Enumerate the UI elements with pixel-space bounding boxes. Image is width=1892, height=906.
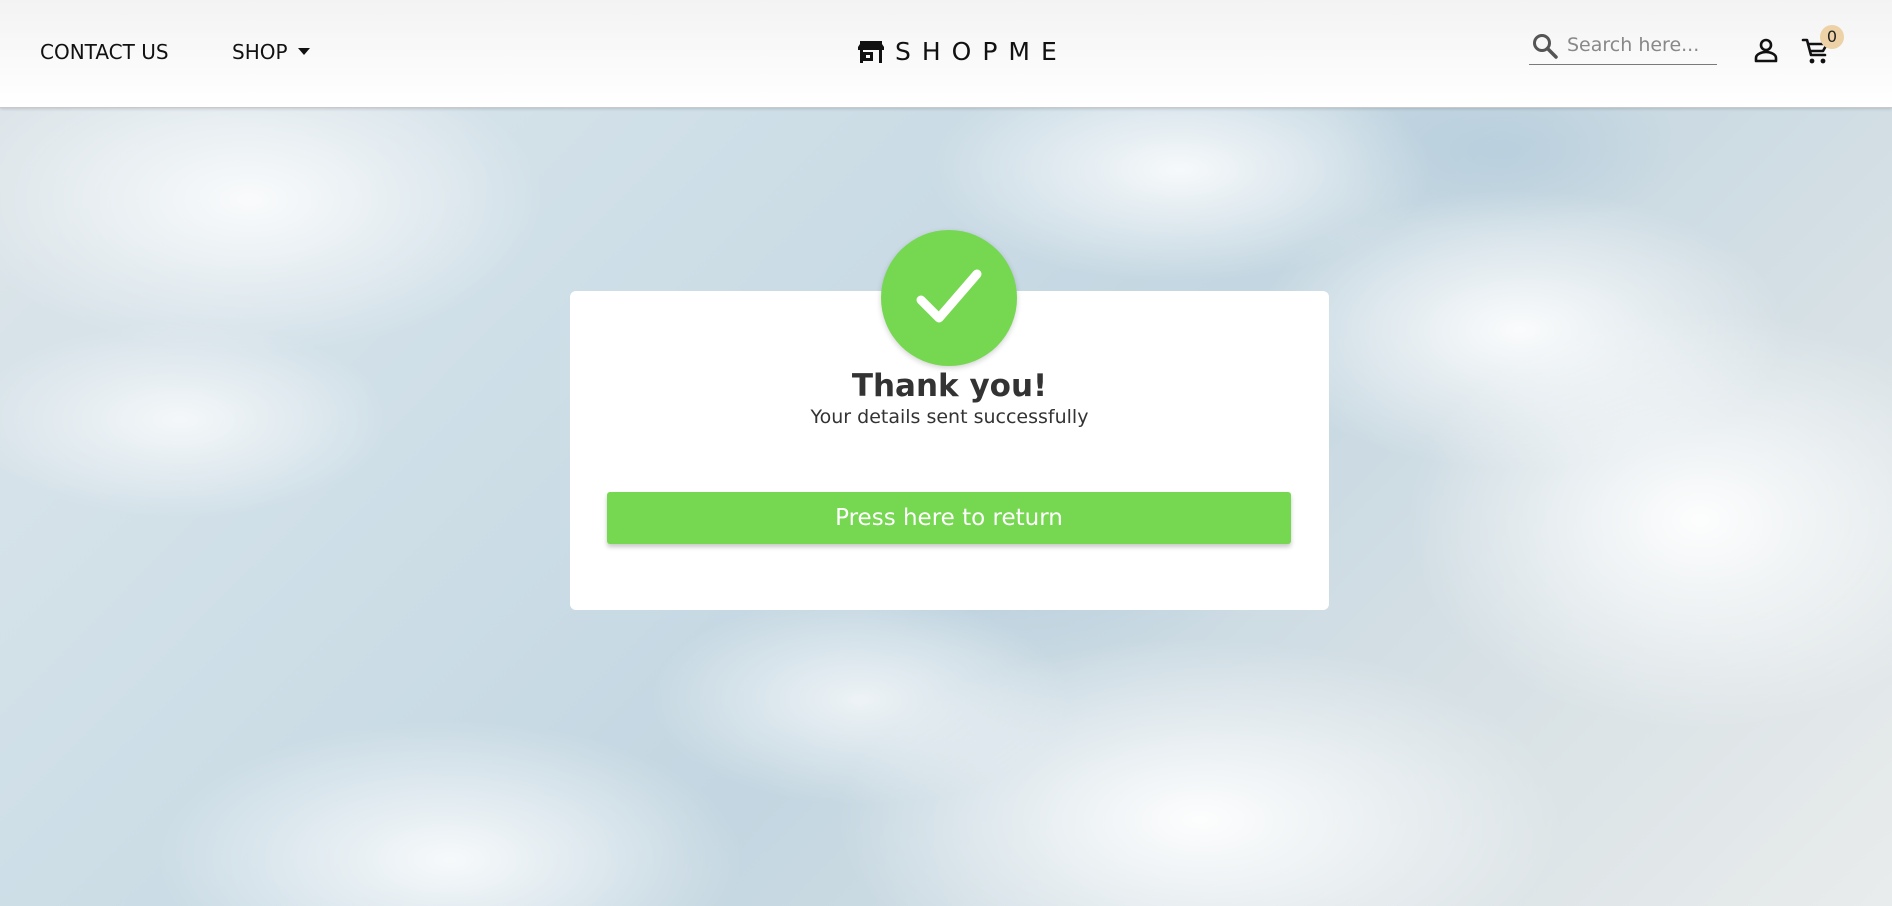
success-badge	[881, 230, 1017, 366]
confirmation-title: Thank you!	[851, 368, 1048, 404]
confirmation-message: Your details sent successfully	[810, 406, 1089, 428]
checkmark-icon	[915, 266, 983, 332]
cart-count-badge: 0	[1820, 25, 1844, 49]
storefront-icon	[857, 40, 885, 68]
search-icon[interactable]	[1531, 32, 1559, 64]
logo-text[interactable]: SHOPME	[895, 37, 1068, 66]
return-button[interactable]: Press here to return	[607, 492, 1291, 544]
person-icon[interactable]	[1753, 37, 1779, 67]
search-input[interactable]	[1567, 32, 1713, 58]
chevron-down-icon[interactable]	[298, 48, 310, 55]
nav-contact-us-link[interactable]: CONTACT US	[40, 40, 169, 64]
nav-shop-menu[interactable]: SHOP	[232, 40, 288, 64]
search-field[interactable]	[1529, 30, 1717, 65]
site-header: CONTACT US SHOP SHOPME Search here... 0	[0, 0, 1892, 108]
